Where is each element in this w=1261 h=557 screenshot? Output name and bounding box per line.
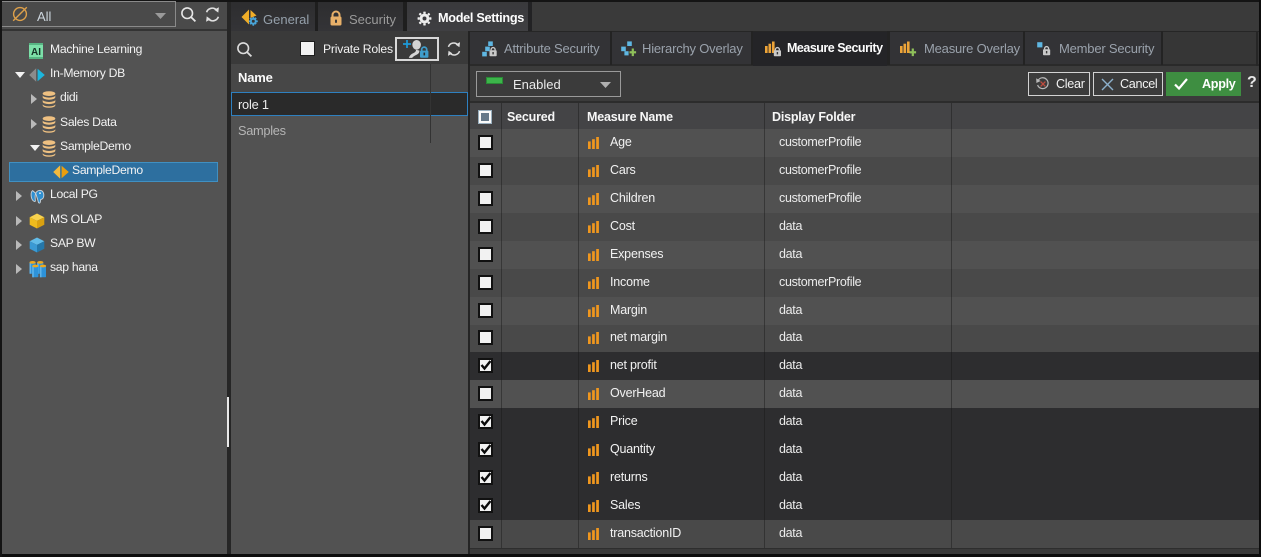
svg-text:AI: AI bbox=[31, 47, 41, 58]
